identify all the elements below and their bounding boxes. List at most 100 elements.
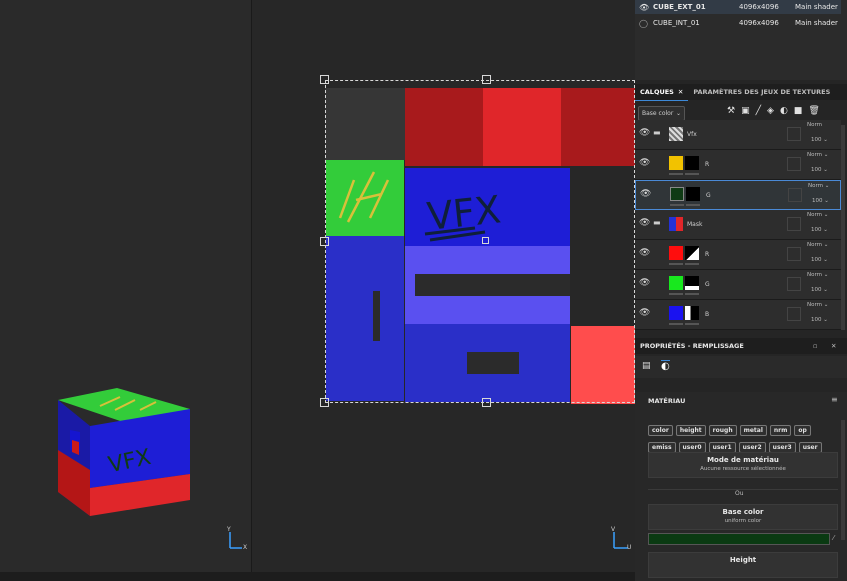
blend-mode[interactable]: Norm ⌄	[807, 242, 828, 248]
height-button[interactable]: Height	[648, 552, 838, 578]
axis-x-label: X	[243, 544, 248, 551]
opacity-value[interactable]: 100 ⌄	[811, 137, 828, 143]
layer-mask-slot[interactable]	[787, 127, 801, 141]
axis-u-label: U	[627, 544, 632, 551]
base-color-button[interactable]: Base color uniform color	[648, 504, 838, 530]
material-mode-button[interactable]: Mode de matériau Aucune ressource sélect…	[648, 452, 838, 478]
texture-set-row[interactable]: 👁 CUBE_EXT_01 4096x4096 Main shader	[635, 0, 841, 14]
settings-tab-icon[interactable]: ▤	[642, 361, 651, 371]
folder-icon: ▬	[653, 218, 661, 227]
opacity-value[interactable]: 100 ⌄	[811, 227, 828, 233]
status-strip	[0, 572, 635, 581]
axis-gizmo-3d	[229, 532, 242, 549]
eye-icon[interactable]: 👁	[640, 189, 651, 199]
blend-mode[interactable]: Norm ⌄	[807, 212, 828, 218]
thumb-underline	[669, 263, 683, 265]
properties-title: PROPRIÉTÉS - REMPLISSAGE	[640, 342, 744, 350]
fill-icon[interactable]: ◈	[767, 106, 774, 119]
close-icon[interactable]: ✕	[678, 88, 683, 96]
layer-item-b[interactable]: 👁 B Norm ⌄ 100 ⌄	[635, 300, 841, 330]
opacity-value[interactable]: 100 ⌄	[811, 317, 828, 323]
brush-icon[interactable]: ╱	[756, 106, 761, 119]
eye-icon[interactable]: 👁	[639, 128, 650, 138]
opacity-value[interactable]: 100 ⌄	[811, 257, 828, 263]
height-title: Height	[729, 556, 757, 564]
layer-item-mask[interactable]: 👁 ▬ Mask Norm ⌄ 100 ⌄	[635, 210, 841, 240]
texture-set-row[interactable]: ◯ CUBE_INT_01 4096x4096 Main shader	[635, 16, 841, 30]
tab-texture-set-settings[interactable]: PARAMÈTRES DES JEUX DE TEXTURES	[688, 84, 835, 100]
blend-mode[interactable]: Norm ⌄	[807, 272, 828, 278]
opacity-value[interactable]: 100 ⌄	[811, 287, 828, 293]
add-effect-icon[interactable]: ⚒	[727, 106, 735, 119]
handle-middle-left[interactable]	[320, 237, 329, 246]
eye-icon[interactable]: 👁	[639, 158, 650, 168]
maximize-icon[interactable]: ▫	[813, 338, 817, 354]
blend-mode[interactable]: Norm ⌄	[808, 183, 829, 189]
layer-thumbnail	[669, 217, 683, 231]
base-color-title: Base color	[722, 508, 764, 516]
material-section: MATÉRIAU ≡ color height rough metal nrm op em…	[635, 392, 847, 581]
thumb-underline	[685, 293, 699, 295]
texture-set-shader[interactable]: Main shader	[795, 19, 838, 27]
thumb-underline	[669, 173, 683, 175]
uv-selection-box[interactable]	[325, 80, 635, 403]
smart-material-icon[interactable]: ◐	[780, 106, 788, 119]
layer-mask-slot[interactable]	[787, 247, 801, 261]
texture-set-shader[interactable]: Main shader	[795, 3, 838, 11]
opacity-value[interactable]: 100 ⌄	[812, 198, 829, 204]
texture-set-resolution: 4096x4096	[739, 3, 779, 11]
handle-center[interactable]	[482, 237, 489, 244]
layer-item-g-selected[interactable]: 👁 G Norm ⌄ 100 ⌄	[635, 180, 841, 210]
tab-texture-sets-label: PARAMÈTRES DES JEUX DE TEXTURES	[693, 88, 831, 96]
layer-mask-slot[interactable]	[788, 188, 802, 202]
layer-item-vfx[interactable]: 👁 ▬ Vfx Norm 100 ⌄	[635, 120, 841, 150]
handle-bottom-left[interactable]	[320, 398, 329, 407]
layer-mask-slot[interactable]	[787, 277, 801, 291]
chevron-down-icon: ⌄	[675, 110, 681, 117]
folder-icon[interactable]: ■	[794, 106, 803, 119]
layers-tabbar: CALQUES ✕ PARAMÈTRES DES JEUX DE TEXTURE…	[635, 84, 847, 101]
add-mask-icon[interactable]: ▣	[741, 106, 750, 119]
viewport-3d[interactable]: VFX Y X	[0, 0, 251, 581]
eye-icon[interactable]: 👁	[639, 278, 650, 288]
eye-icon[interactable]: 👁	[639, 3, 649, 12]
layer-name: Vfx	[687, 131, 697, 138]
eyedropper-icon[interactable]: ⁄	[833, 534, 834, 542]
layer-item-g2[interactable]: 👁 G Norm ⌄ 100 ⌄	[635, 270, 841, 300]
channel-chips-row2: emiss user0 user1 user2 user3 user	[648, 434, 825, 453]
delete-icon[interactable]: 🗑	[808, 106, 819, 119]
layer-mask-slot[interactable]	[787, 307, 801, 321]
layer-mask-slot[interactable]	[787, 217, 801, 231]
handle-bottom-center[interactable]	[482, 398, 491, 407]
layer-item-r[interactable]: 👁 R Norm ⌄ 100 ⌄	[635, 150, 841, 180]
layer-item-r2[interactable]: 👁 R Norm ⌄ 100 ⌄	[635, 240, 841, 270]
menu-icon[interactable]: ≡	[831, 395, 838, 404]
eye-icon[interactable]: 👁	[639, 308, 650, 318]
base-color-swatch[interactable]	[648, 533, 830, 545]
tab-layers[interactable]: CALQUES ✕	[635, 84, 689, 101]
blend-mode[interactable]: Norm ⌄	[807, 302, 828, 308]
handle-top-center[interactable]	[482, 75, 491, 84]
layer-color-thumbnail	[670, 187, 684, 201]
layer-mask-slot[interactable]	[787, 157, 801, 171]
eye-icon[interactable]: 👁	[639, 218, 650, 228]
close-icon[interactable]: ✕	[831, 338, 836, 354]
blend-mode[interactable]: Norm	[807, 122, 822, 128]
layer-name: G	[706, 192, 711, 199]
material-tab-icon[interactable]: ◐	[661, 360, 670, 372]
thumb-underline	[685, 323, 699, 325]
axis-y-label: Y	[227, 526, 231, 533]
properties-scrollbar[interactable]	[841, 420, 845, 540]
base-color-subtitle: uniform color	[724, 518, 762, 524]
channel-dropdown[interactable]: Base color ⌄	[638, 106, 685, 121]
handle-top-left[interactable]	[320, 75, 329, 84]
layer-list-scrollbar[interactable]	[841, 125, 845, 330]
opacity-value[interactable]: 100 ⌄	[811, 167, 828, 173]
thumb-underline	[669, 293, 683, 295]
axis-v-label: V	[611, 526, 616, 533]
layer-mask-thumbnail	[685, 246, 699, 260]
eye-closed-icon[interactable]: ◯	[639, 19, 648, 28]
blend-mode[interactable]: Norm ⌄	[807, 152, 828, 158]
layer-mask-thumbnail	[685, 156, 699, 170]
eye-icon[interactable]: 👁	[639, 248, 650, 258]
